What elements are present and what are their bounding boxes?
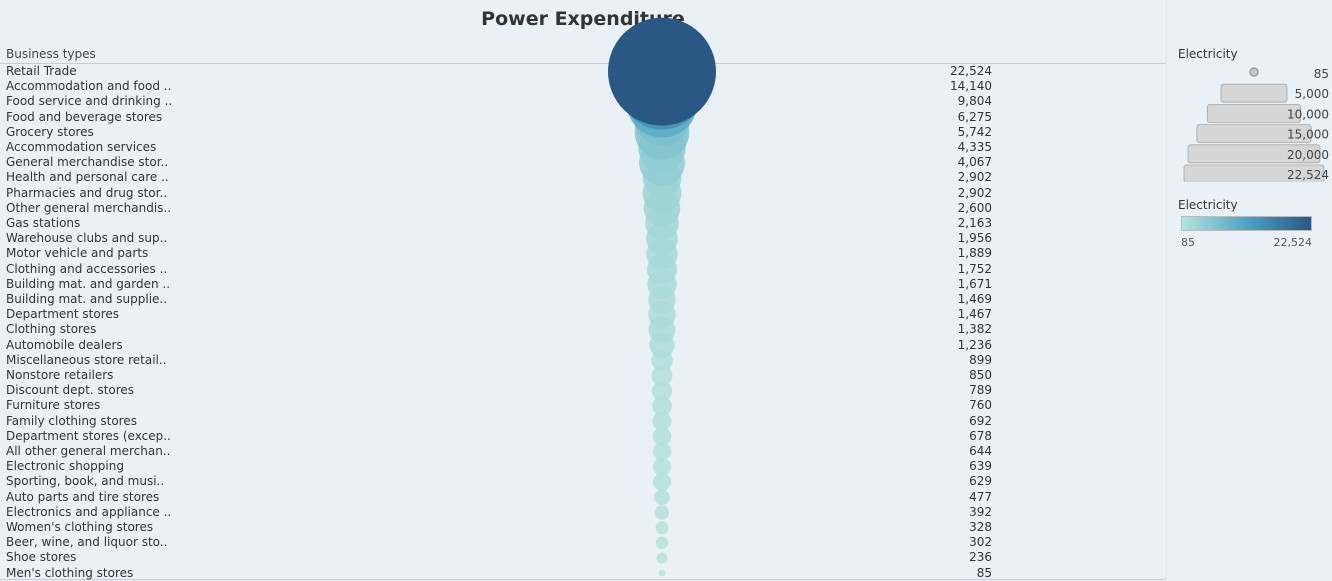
row-value: 2,163 bbox=[957, 216, 992, 230]
color-legend-min: 85 bbox=[1181, 236, 1195, 249]
size-legend-title: Electricity bbox=[1178, 47, 1238, 61]
bubble-30[interactable] bbox=[655, 521, 669, 535]
row-value: 899 bbox=[969, 352, 992, 367]
bubble-33[interactable] bbox=[658, 569, 666, 577]
color-legend-title: Electricity bbox=[1178, 198, 1238, 212]
row-value: 236 bbox=[969, 550, 992, 565]
size-legend-label-5: 22,524 bbox=[1287, 168, 1329, 182]
row-value: 5,742 bbox=[957, 124, 992, 139]
row-label: All other general merchan.. bbox=[6, 444, 171, 458]
row-label: Pharmacies and drug stor.. bbox=[6, 185, 168, 200]
row-label: Food and beverage stores bbox=[6, 109, 163, 124]
row-value: 2,902 bbox=[957, 170, 992, 185]
bubble-32[interactable] bbox=[656, 552, 668, 564]
row-label: Gas stations bbox=[6, 216, 81, 230]
color-legend-gradient bbox=[1181, 216, 1312, 231]
row-value: 1,671 bbox=[957, 276, 992, 291]
row-value: 1,752 bbox=[957, 261, 992, 276]
row-value: 22,524 bbox=[950, 64, 992, 78]
row-value: 1,382 bbox=[957, 322, 992, 337]
row-value: 850 bbox=[969, 368, 992, 382]
row-value: 1,469 bbox=[957, 292, 992, 306]
row-label: Department stores (excep.. bbox=[6, 428, 171, 443]
row-label: Health and personal care .. bbox=[6, 170, 169, 185]
size-legend-label-1: 5,000 bbox=[1295, 87, 1329, 101]
row-value: 392 bbox=[969, 504, 992, 519]
row-value: 678 bbox=[969, 428, 992, 443]
row-value: 1,956 bbox=[957, 231, 992, 246]
row-label: Retail Trade bbox=[6, 64, 77, 78]
row-value: 2,902 bbox=[957, 185, 992, 200]
row-label: Clothing stores bbox=[6, 322, 97, 337]
row-value: 4,067 bbox=[957, 155, 992, 170]
size-legend-label-4: 20,000 bbox=[1287, 148, 1329, 162]
row-label: Accommodation services bbox=[6, 140, 157, 154]
bubble-chart-area: Retail Trade 22,524 Accommodation and food… bbox=[0, 0, 1166, 581]
size-legend-label-3: 15,000 bbox=[1287, 128, 1329, 142]
row-value: 629 bbox=[969, 474, 992, 489]
size-legend-label-2: 10,000 bbox=[1287, 107, 1329, 121]
row-label: Food service and drinking .. bbox=[6, 94, 173, 109]
size-legend-mark-1 bbox=[1220, 83, 1288, 103]
size-legend-mark-0 bbox=[1249, 67, 1259, 77]
row-label: Motor vehicle and parts bbox=[6, 246, 149, 261]
row-label: Clothing and accessories .. bbox=[6, 261, 168, 276]
row-value: 6,275 bbox=[957, 109, 992, 124]
row-value: 85 bbox=[976, 565, 992, 580]
row-label: Building mat. and supplie.. bbox=[6, 292, 168, 306]
row-label: Accommodation and food .. bbox=[6, 79, 172, 94]
row-value: 477 bbox=[969, 489, 992, 504]
row-label: Automobile dealers bbox=[6, 337, 123, 352]
row-value: 328 bbox=[969, 520, 992, 534]
row-label: Shoe stores bbox=[6, 550, 77, 565]
row-label: Miscellaneous store retail.. bbox=[6, 352, 167, 367]
row-label: Discount dept. stores bbox=[6, 383, 135, 398]
row-value: 692 bbox=[969, 413, 992, 428]
row-value: 302 bbox=[969, 535, 992, 550]
row-label: Auto parts and tire stores bbox=[6, 489, 160, 504]
row-label: Family clothing stores bbox=[6, 413, 137, 428]
row-label: Men's clothing stores bbox=[6, 565, 134, 580]
size-legend-label-0: 85 bbox=[1314, 67, 1329, 81]
row-value: 1,889 bbox=[957, 246, 992, 261]
row-value: 2,600 bbox=[957, 200, 992, 215]
row-value: 639 bbox=[969, 459, 992, 474]
row-label: Furniture stores bbox=[6, 398, 101, 413]
row-label: Electronic shopping bbox=[6, 459, 124, 474]
bubble-29[interactable] bbox=[654, 505, 670, 520]
row-value: 1,236 bbox=[957, 337, 992, 352]
row-value: 14,140 bbox=[950, 79, 992, 94]
bubble-31[interactable] bbox=[655, 536, 669, 550]
row-label: Beer, wine, and liquor sto.. bbox=[6, 535, 168, 550]
row-label: Other general merchandis.. bbox=[6, 200, 172, 215]
row-label: Women's clothing stores bbox=[6, 520, 154, 534]
row-label: Department stores bbox=[6, 307, 120, 322]
row-label: Grocery stores bbox=[6, 124, 94, 139]
row-value: 789 bbox=[969, 383, 992, 398]
row-label: Building mat. and garden .. bbox=[6, 276, 171, 291]
row-label: Electronics and appliance .. bbox=[6, 504, 172, 519]
row-value: 644 bbox=[969, 444, 992, 458]
bubble-28[interactable] bbox=[654, 489, 670, 506]
row-value: 760 bbox=[969, 398, 992, 413]
color-legend-max: 22,524 bbox=[1273, 236, 1313, 249]
row-label: Warehouse clubs and sup.. bbox=[6, 231, 168, 246]
row-label: General merchandise stor.. bbox=[6, 155, 169, 170]
bubble-0[interactable] bbox=[608, 17, 716, 126]
row-value: 1,467 bbox=[957, 307, 992, 322]
row-label: Sporting, book, and musi.. bbox=[6, 474, 165, 489]
row-value: 9,804 bbox=[957, 94, 992, 109]
row-label: Nonstore retailers bbox=[6, 368, 114, 382]
size-legend: 85 5,000 10,000 15,000 20,000 22,524 bbox=[1183, 67, 1329, 182]
row-value: 4,335 bbox=[957, 140, 992, 154]
